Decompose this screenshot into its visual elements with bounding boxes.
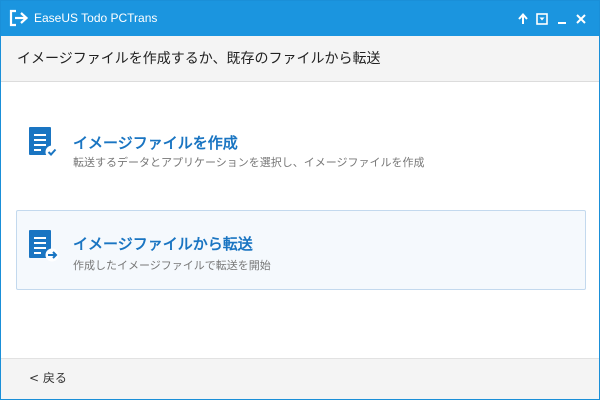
page-header: イメージファイルを作成するか、既存のファイルから転送 xyxy=(1,36,599,82)
close-icon[interactable] xyxy=(573,11,589,27)
footer-bar: < 戻る xyxy=(1,358,599,399)
page-title: イメージファイルを作成するか、既存のファイルから転送 xyxy=(17,51,381,67)
back-button[interactable]: < 戻る xyxy=(29,370,67,386)
transfer-from-image-description: 作成したイメージファイルで転送を開始 xyxy=(73,259,271,272)
app-title: EaseUS Todo PCTrans xyxy=(34,11,158,25)
pctrans-logo-icon xyxy=(9,9,29,27)
transfer-from-image-title: イメージファイルから転送 xyxy=(73,235,253,253)
minimize-icon[interactable] xyxy=(554,11,570,27)
create-image-option[interactable]: イメージファイルを作成 転送するデータとアプリケーションを選択し、イメージファイ… xyxy=(16,107,586,187)
app-window: EaseUS Todo PCTrans イメージファイルを作成するか、既存のファ… xyxy=(0,0,600,400)
title-bar[interactable]: EaseUS Todo PCTrans xyxy=(1,1,599,36)
transfer-from-image-option[interactable]: イメージファイルから転送 作成したイメージファイルで転送を開始 xyxy=(16,210,586,290)
menu-box-icon[interactable] xyxy=(534,11,550,27)
create-image-description: 転送するデータとアプリケーションを選択し、イメージファイルを作成 xyxy=(73,156,425,169)
document-arrow-icon xyxy=(27,228,59,264)
document-check-icon xyxy=(27,125,59,161)
create-image-title: イメージファイルを作成 xyxy=(73,134,238,152)
upload-arrow-icon[interactable] xyxy=(515,11,531,27)
